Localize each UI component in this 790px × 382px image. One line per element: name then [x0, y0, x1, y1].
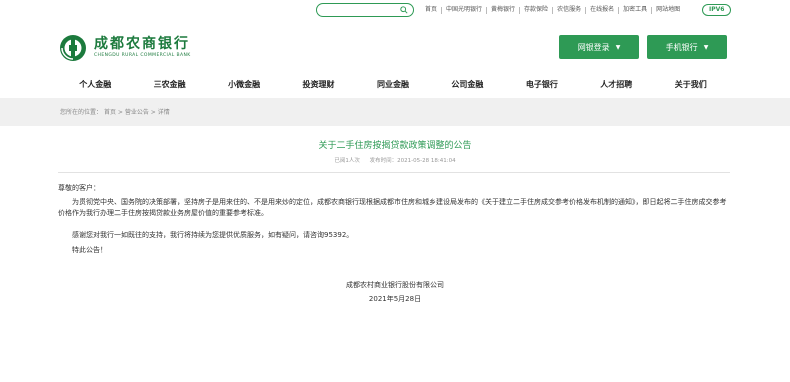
breadcrumb-announcements[interactable]: 营业公告	[125, 109, 149, 116]
article-title: 关于二手住房按揭贷款政策调整的公告	[318, 141, 472, 151]
mobile-bank-label: 手机银行	[665, 42, 698, 52]
article-views: 已阅1人次	[334, 158, 360, 164]
nav-e-banking[interactable]: 电子银行	[505, 76, 579, 94]
breadcrumb-home[interactable]: 首页	[104, 109, 116, 116]
nav-interbank[interactable]: 同业金融	[356, 76, 430, 94]
main-nav: 个人金融 三农金融 小微金融 投资理财 同业金融 公司金融 电子银行 人才招聘 …	[58, 76, 728, 94]
signature-date: 2021年5月28日	[368, 295, 422, 303]
nav-careers[interactable]: 人才招聘	[579, 76, 653, 94]
breadcrumb-separator: >	[117, 109, 125, 116]
netbank-login-button[interactable]: 网银登录 ▼	[559, 35, 639, 59]
nav-personal-finance[interactable]: 个人金融	[58, 76, 132, 94]
divider	[58, 172, 730, 173]
util-link-deposit-insurance[interactable]: 存款保险	[520, 4, 552, 16]
search-input[interactable]	[317, 11, 397, 23]
nav-corporate-finance[interactable]: 公司金融	[430, 76, 504, 94]
breadcrumb-current: 详情	[157, 109, 170, 116]
utility-links: 首页 中国光明银行 黄梅银行 存款保险 农信服务 在线报名 加密工具 网站地图	[421, 4, 684, 16]
netbank-login-label: 网银登录	[577, 42, 610, 52]
article-paragraph-2: 感谢您对我行一如既往的支持，我行将持续为您提供优质服务，如有疑问，请咨询9539…	[72, 231, 354, 239]
search-box[interactable]	[316, 3, 414, 23]
bank-logo-icon	[60, 35, 86, 61]
bank-logo[interactable]: 成都农商银行 CHENGDU RURAL COMMERCIAL BANK	[58, 32, 191, 64]
signature-company: 成都农村商业银行股份有限公司	[346, 281, 444, 289]
nav-micro-finance[interactable]: 小微金融	[207, 76, 281, 94]
breadcrumb: 您所在的位置： 首页 > 营业公告 > 详情	[60, 107, 170, 116]
breadcrumb-prefix: 您所在的位置：	[60, 109, 103, 116]
nav-agri-finance[interactable]: 三农金融	[132, 76, 206, 94]
breadcrumb-bar: 您所在的位置： 首页 > 营业公告 > 详情	[0, 98, 790, 126]
util-link-2[interactable]: 黄梅银行	[487, 4, 519, 16]
article-paragraph-3: 特此公告！	[72, 246, 107, 254]
search-icon[interactable]	[400, 6, 408, 14]
article-date: 发布时间：2021-05-28 18:41:04	[369, 158, 456, 164]
caret-down-icon: ▼	[615, 43, 621, 51]
util-link-online-signup[interactable]: 在线报名	[586, 4, 618, 16]
ipv6-badge: IPV6	[702, 4, 732, 16]
util-link-security-tools[interactable]: 加密工具	[619, 4, 651, 16]
logo-text: 成都农商银行 CHENGDU RURAL COMMERCIAL BANK	[94, 36, 191, 60]
article-greeting: 尊敬的客户：	[58, 184, 100, 192]
util-link-1[interactable]: 中国光明银行	[442, 4, 486, 16]
util-link-home[interactable]: 首页	[421, 4, 441, 16]
article-meta: 已阅1人次 发布时间：2021-05-28 18:41:04	[0, 156, 790, 164]
nav-about-us[interactable]: 关于我们	[654, 76, 728, 94]
nav-wealth-management[interactable]: 投资理财	[281, 76, 355, 94]
caret-down-icon: ▼	[703, 43, 709, 51]
logo-name-en: CHENGDU RURAL COMMERCIAL BANK	[94, 53, 191, 58]
util-link-sitemap[interactable]: 网站地图	[652, 4, 684, 16]
util-link-4[interactable]: 农信服务	[553, 4, 585, 16]
top-utility-bar: 首页 中国光明银行 黄梅银行 存款保险 农信服务 在线报名 加密工具 网站地图 …	[0, 0, 790, 23]
article-paragraph-1: 为贯彻党中央、国务院的决策部署，坚持房子是用来住的、不是用来炒的定位，成都农商银…	[58, 198, 727, 217]
logo-name-cn: 成都农商银行	[94, 36, 190, 52]
breadcrumb-separator: >	[150, 109, 158, 116]
mobile-bank-button[interactable]: 手机银行 ▼	[647, 35, 727, 59]
